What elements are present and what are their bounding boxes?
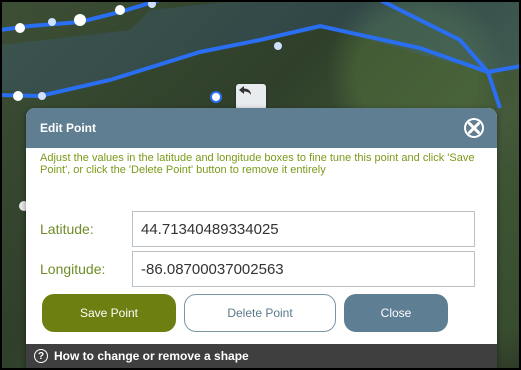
button-row: Save Point Delete Point Close: [26, 288, 497, 332]
save-point-button[interactable]: Save Point: [42, 294, 176, 332]
close-button[interactable]: Close: [344, 294, 448, 332]
delete-point-button[interactable]: Delete Point: [184, 294, 336, 332]
help-footer[interactable]: ? How to change or remove a shape: [26, 344, 497, 368]
undo-button[interactable]: [236, 84, 266, 110]
edit-point-dialog: Edit Point Adjust the values in the lati…: [26, 108, 497, 368]
vertex-point[interactable]: [115, 5, 125, 15]
longitude-label: Longitude:: [40, 261, 106, 277]
help-link[interactable]: How to change or remove a shape: [54, 349, 249, 363]
dialog-title: Edit Point: [40, 121, 96, 135]
longitude-row: Longitude:: [26, 250, 497, 288]
vertex-point[interactable]: [38, 92, 46, 100]
longitude-input[interactable]: [132, 251, 475, 287]
vertex-point[interactable]: [148, 0, 156, 8]
close-icon[interactable]: [463, 117, 485, 139]
vertex-point[interactable]: [48, 18, 56, 26]
vertex-point[interactable]: [15, 23, 25, 33]
vertex-point[interactable]: [274, 42, 282, 50]
question-circle-icon: ?: [34, 349, 48, 363]
latitude-label: Latitude:: [40, 221, 94, 237]
latitude-row: Latitude:: [26, 210, 497, 248]
instructions-text: Adjust the values in the latitude and lo…: [40, 152, 475, 176]
vertex-point[interactable]: [13, 91, 23, 101]
selected-vertex[interactable]: [210, 91, 222, 103]
dialog-header: Edit Point: [26, 108, 497, 148]
latitude-input[interactable]: [132, 211, 475, 247]
vertex-point[interactable]: [74, 14, 86, 26]
